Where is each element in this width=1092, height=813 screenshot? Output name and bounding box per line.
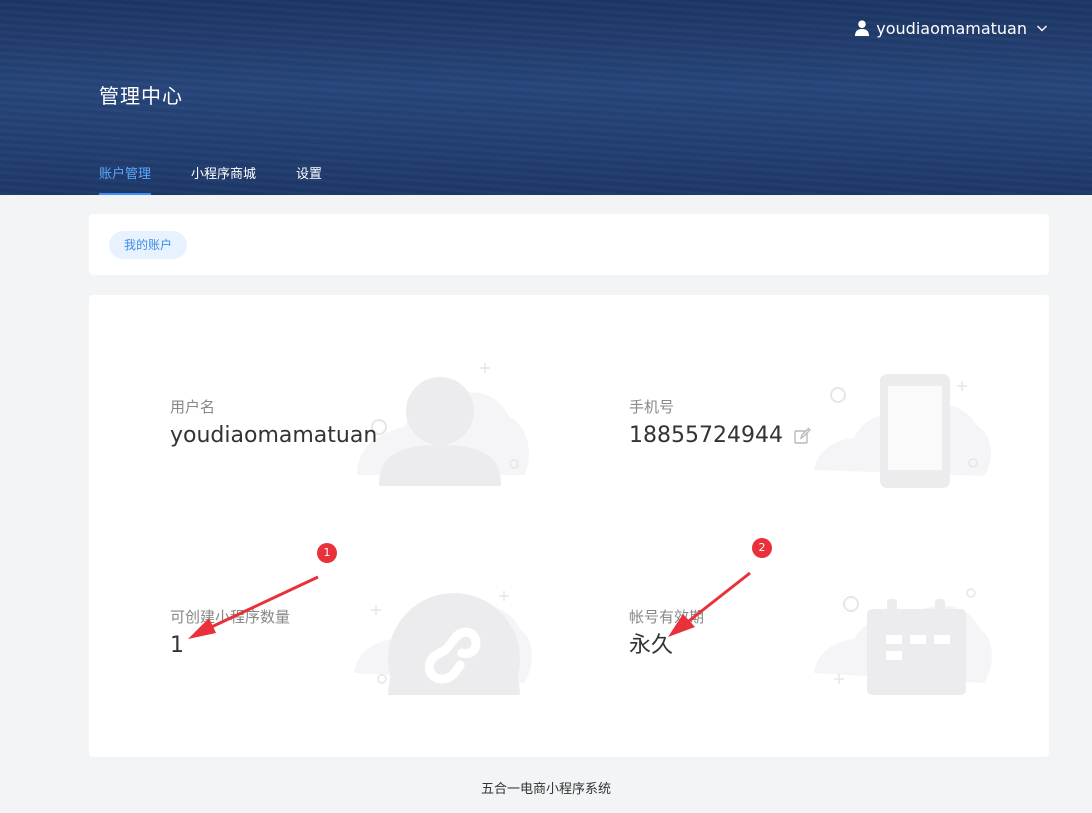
phone-value: 18855724944 — [629, 423, 783, 448]
user-illustration-icon — [357, 363, 529, 486]
phone-field-label: 手机号 — [629, 398, 675, 416]
subnav-card: 我的账户 — [89, 214, 1049, 275]
mini-program-illustration-icon — [354, 591, 532, 695]
username-field-label: 用户名 — [170, 398, 216, 416]
phone-illustration-icon — [814, 374, 991, 488]
page-title: 管理中心 — [99, 84, 183, 108]
person-icon — [855, 20, 870, 36]
tab-account-management[interactable]: 账户管理 — [99, 166, 152, 195]
quota-info: 可创建小程序数量 1 — [170, 606, 290, 661]
username-info: 用户名 youdiaomamatuan — [170, 396, 377, 451]
annotation-badge-2: 2 — [752, 538, 772, 558]
validity-info: 帐号有效期 永久 — [629, 606, 704, 661]
phone-value-row: 18855724944 — [629, 421, 811, 451]
edit-icon[interactable] — [793, 427, 811, 445]
tab-mini-program-mall[interactable]: 小程序商城 — [191, 166, 256, 195]
username-value: youdiaomamatuan — [170, 423, 378, 448]
account-info-card: 用户名 youdiaomamatuan 手机号 18855724944 可创建小… — [89, 295, 1049, 757]
main-nav: 账户管理 小程序商城 设置 — [99, 166, 362, 195]
quota-field-label: 可创建小程序数量 — [170, 608, 291, 626]
annotation-badge-1: 1 — [317, 543, 337, 563]
validity-value: 永久 — [629, 633, 674, 658]
phone-info: 手机号 18855724944 — [629, 396, 811, 451]
my-account-pill[interactable]: 我的账户 — [109, 231, 188, 259]
chevron-down-icon — [1037, 25, 1047, 32]
footer-text: 五合一电商小程序系统 — [480, 782, 611, 797]
header: youdiaomamatuan 管理中心 账户管理 小程序商城 设置 — [0, 0, 1092, 195]
tab-settings[interactable]: 设置 — [296, 166, 322, 195]
quota-value: 1 — [170, 633, 184, 658]
user-menu[interactable]: youdiaomamatuan — [855, 17, 1048, 39]
calendar-illustration-icon — [814, 588, 992, 695]
validity-field-label: 帐号有效期 — [629, 608, 705, 626]
username-label: youdiaomamatuan — [876, 18, 1027, 38]
